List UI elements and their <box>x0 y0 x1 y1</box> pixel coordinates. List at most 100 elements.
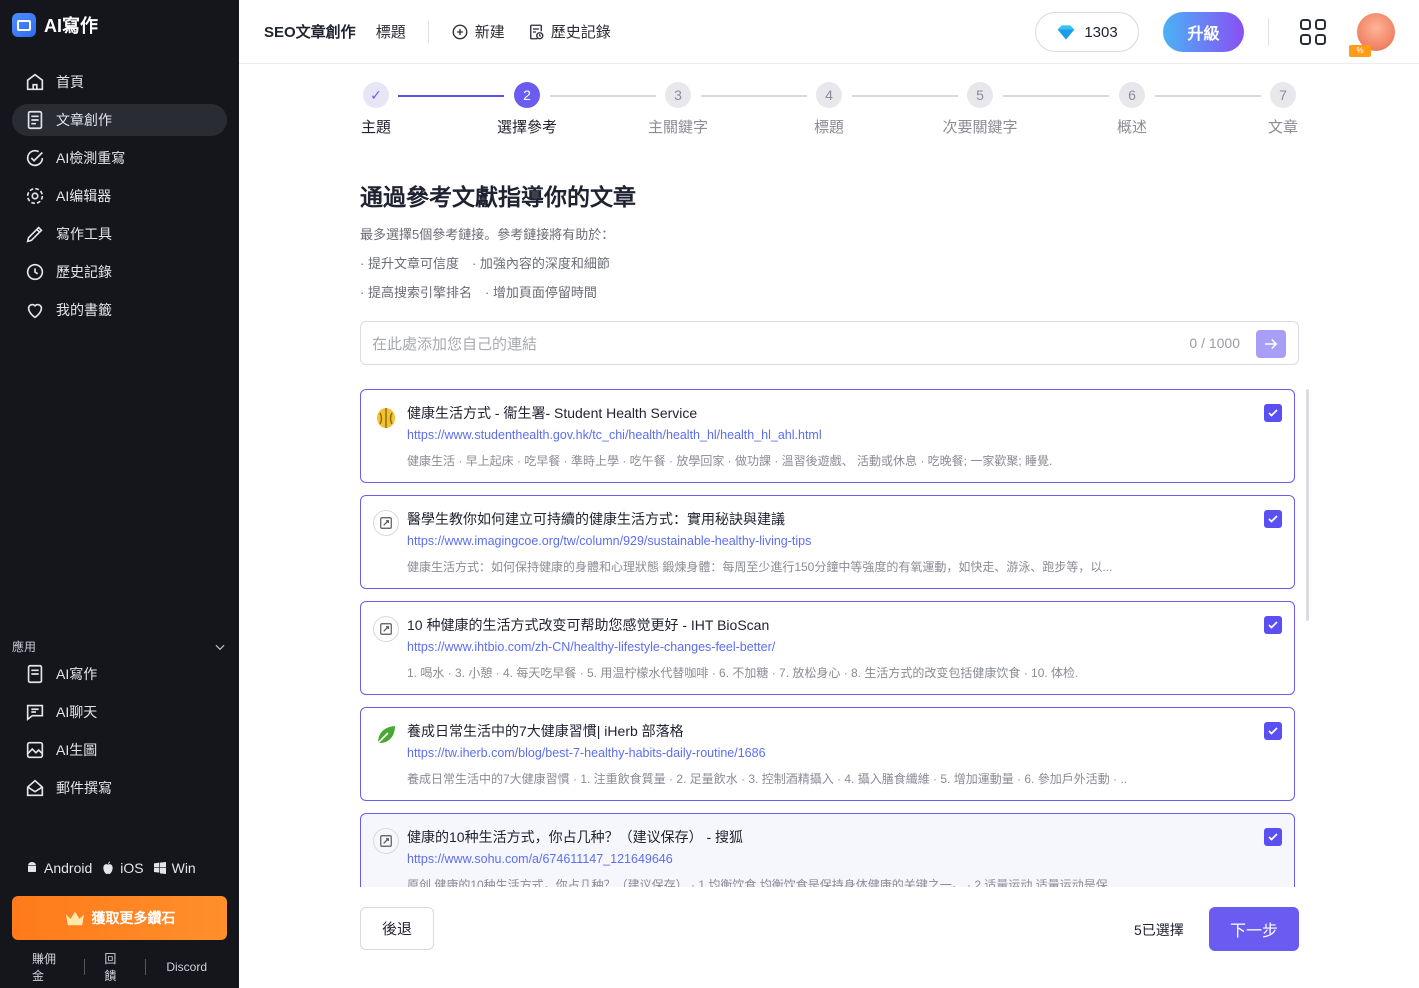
reference-card[interactable]: 健康生活方式 - 衞生署- Student Health Service htt… <box>360 389 1295 483</box>
description-line: · 提高搜索引擎排名 · 增加頁面停留時間 <box>360 285 597 300</box>
sidebar: AI寫作 首頁 文章創作 AI檢測重寫 AI编辑器 寫作工具 歷史記錄 我的書籤… <box>0 0 239 988</box>
step-outline[interactable]: 6 概述 <box>1092 82 1172 137</box>
main-nav: 首頁 文章創作 AI檢測重寫 AI编辑器 寫作工具 歷史記錄 我的書籤 <box>12 66 227 332</box>
top-header: SEO文章創作 標題 新建 歷史記錄 1303 升級 % <box>239 0 1419 64</box>
reference-card[interactable]: 10 种健康的生活方式改变可帮助您感觉更好 - IHT BioScan http… <box>360 601 1295 695</box>
reference-url[interactable]: https://www.imagingcoe.org/tw/column/929… <box>407 534 811 548</box>
reference-checkbox[interactable] <box>1264 510 1282 528</box>
step-label: 選擇參考 <box>496 119 557 136</box>
apps-section-toggle[interactable]: 應用 <box>12 638 227 655</box>
link-feedback[interactable]: 回饋 <box>84 950 145 984</box>
back-button[interactable]: 後退 <box>360 907 434 950</box>
platform-label: iOS <box>120 860 144 876</box>
new-label: 新建 <box>474 24 505 41</box>
sidebar-item-label: AI编辑器 <box>56 188 112 204</box>
sidebar-item-ai-editor[interactable]: AI编辑器 <box>12 180 227 212</box>
step-article[interactable]: 7 文章 <box>1243 82 1323 137</box>
sidebar-item-label: 歷史記錄 <box>56 264 112 280</box>
platform-label: Win <box>171 860 196 876</box>
divider <box>427 20 429 43</box>
sidebar-item-label: AI聊天 <box>56 704 98 720</box>
sidebar-item-bookmarks[interactable]: 我的書籤 <box>12 294 227 326</box>
history-button[interactable]: 歷史記錄 <box>527 21 611 42</box>
section-heading: 通過參考文獻指導你的文章 <box>360 184 636 210</box>
reference-card[interactable]: 健康的10种生活方式，你占几种？（建议保存） - 搜狐 https://www.… <box>360 813 1295 887</box>
image-icon <box>26 741 44 759</box>
crown-icon <box>65 911 84 926</box>
progress-stepper: ✓ 主題 2 選擇參考 3 主關鍵字 4 標題 5 次要關鍵字 6 概述 7 文… <box>360 82 1300 142</box>
page-subtitle: 標題 <box>375 24 406 41</box>
heart-icon <box>27 303 43 319</box>
reference-title: 10 种健康的生活方式改变可帮助您感觉更好 - IHT BioScan <box>407 617 770 633</box>
reference-checkbox[interactable] <box>1264 722 1282 740</box>
sidebar-item-label: 寫作工具 <box>56 226 112 242</box>
apps-grid-icon[interactable] <box>1299 18 1327 46</box>
link-discord[interactable]: Discord <box>146 960 227 974</box>
reference-card[interactable]: 醫學生教你如何建立可持續的健康生活方式：實用秘訣與建議 https://www.… <box>360 495 1295 589</box>
reference-title: 醫學生教你如何建立可持續的健康生活方式：實用秘訣與建議 <box>407 511 785 527</box>
reference-url[interactable]: https://tw.iherb.com/blog/best-7-healthy… <box>407 746 766 760</box>
next-button[interactable]: 下一步 <box>1209 907 1299 951</box>
step-number: 2 <box>514 82 540 108</box>
history-icon <box>26 263 44 281</box>
check-circle-icon <box>26 149 44 167</box>
custom-link-field: 0 / 1000 <box>360 321 1299 365</box>
credits-value: 1303 <box>1084 23 1118 41</box>
header-actions: 1303 升級 % <box>1035 12 1395 57</box>
apple-icon <box>103 861 113 874</box>
reference-checkbox[interactable] <box>1264 404 1282 422</box>
step-number: 3 <box>665 82 691 108</box>
arrow-right-icon <box>1265 338 1278 350</box>
list-scrollbar[interactable] <box>1306 389 1309 621</box>
sidebar-item-home[interactable]: 首頁 <box>12 66 227 98</box>
reference-url[interactable]: https://www.sohu.com/a/674611147_1216496… <box>407 852 673 866</box>
windows-icon <box>153 862 166 874</box>
reference-checkbox[interactable] <box>1264 616 1282 634</box>
reference-snippet: 健康生活方式：如何保持健康的身體和心理狀態 鍛煉身體：每周至少進行150分鐘中等… <box>407 560 1113 574</box>
credits-balance[interactable]: 1303 <box>1035 12 1139 52</box>
step-select-references[interactable]: 2 選擇參考 <box>487 82 567 137</box>
new-button[interactable]: 新建 <box>451 21 505 42</box>
step-secondary-keywords[interactable]: 5 次要關鍵字 <box>940 82 1020 137</box>
sidebar-item-article[interactable]: 文章創作 <box>12 104 227 136</box>
platform-android[interactable]: Android <box>24 860 92 876</box>
sidebar-item-label: AI檢測重寫 <box>56 150 126 166</box>
reference-title: 養成日常生活中的7大健康習慣| iHerb 部落格 <box>407 723 684 739</box>
page-title: SEO文章創作 <box>264 24 356 41</box>
check-icon <box>1268 409 1278 417</box>
sidebar-item-label: AI生圖 <box>56 742 98 758</box>
reference-url[interactable]: https://www.studenthealth.gov.hk/tc_chi/… <box>407 428 822 442</box>
logo-icon <box>12 13 36 37</box>
step-title[interactable]: 4 標題 <box>789 82 869 137</box>
diamond-icon <box>1057 25 1075 40</box>
emblem-icon <box>373 404 399 430</box>
custom-link-input[interactable] <box>372 332 1152 356</box>
step-topic[interactable]: ✓ 主題 <box>336 82 416 137</box>
reference-checkbox[interactable] <box>1264 828 1282 846</box>
sidebar-item-history[interactable]: 歷史記錄 <box>12 256 227 288</box>
sidebar-item-ai-writing[interactable]: AI寫作 <box>12 658 227 690</box>
add-link-button[interactable] <box>1256 330 1286 358</box>
brand[interactable]: AI寫作 <box>12 12 98 38</box>
step-number: 7 <box>1270 82 1296 108</box>
step-main-keyword[interactable]: 3 主關鍵字 <box>638 82 718 137</box>
link-earn-commission[interactable]: 賺佣金 <box>12 950 84 984</box>
reference-card[interactable]: 養成日常生活中的7大健康習慣| iHerb 部落格 https://tw.ihe… <box>360 707 1295 801</box>
step-label: 標題 <box>813 119 844 136</box>
sidebar-item-writing-tools[interactable]: 寫作工具 <box>12 218 227 250</box>
reference-url[interactable]: https://www.ihtbio.com/zh-CN/healthy-lif… <box>407 640 775 654</box>
sidebar-item-ai-detect[interactable]: AI檢測重寫 <box>12 142 227 174</box>
sidebar-item-ai-image[interactable]: AI生圖 <box>12 734 227 766</box>
chat-icon <box>26 704 44 722</box>
platform-windows[interactable]: Win <box>152 860 196 876</box>
plus-circle-icon <box>452 24 468 39</box>
sidebar-item-mail[interactable]: 郵件撰寫 <box>12 772 227 804</box>
platform-ios[interactable]: iOS <box>100 860 144 876</box>
reference-snippet: 健康生活 · 早上起床 · 吃早餐 · 準時上學 · 吃午餐 · 放學回家 · … <box>407 454 1053 468</box>
sidebar-item-label: 我的書籤 <box>56 302 112 318</box>
sidebar-item-ai-chat[interactable]: AI聊天 <box>12 696 227 728</box>
avatar[interactable]: % <box>1349 13 1395 57</box>
sidebar-item-label: 文章創作 <box>56 112 112 128</box>
upgrade-button[interactable]: 升級 <box>1163 12 1244 52</box>
get-diamonds-button[interactable]: 獲取更多鑽石 <box>12 896 227 940</box>
